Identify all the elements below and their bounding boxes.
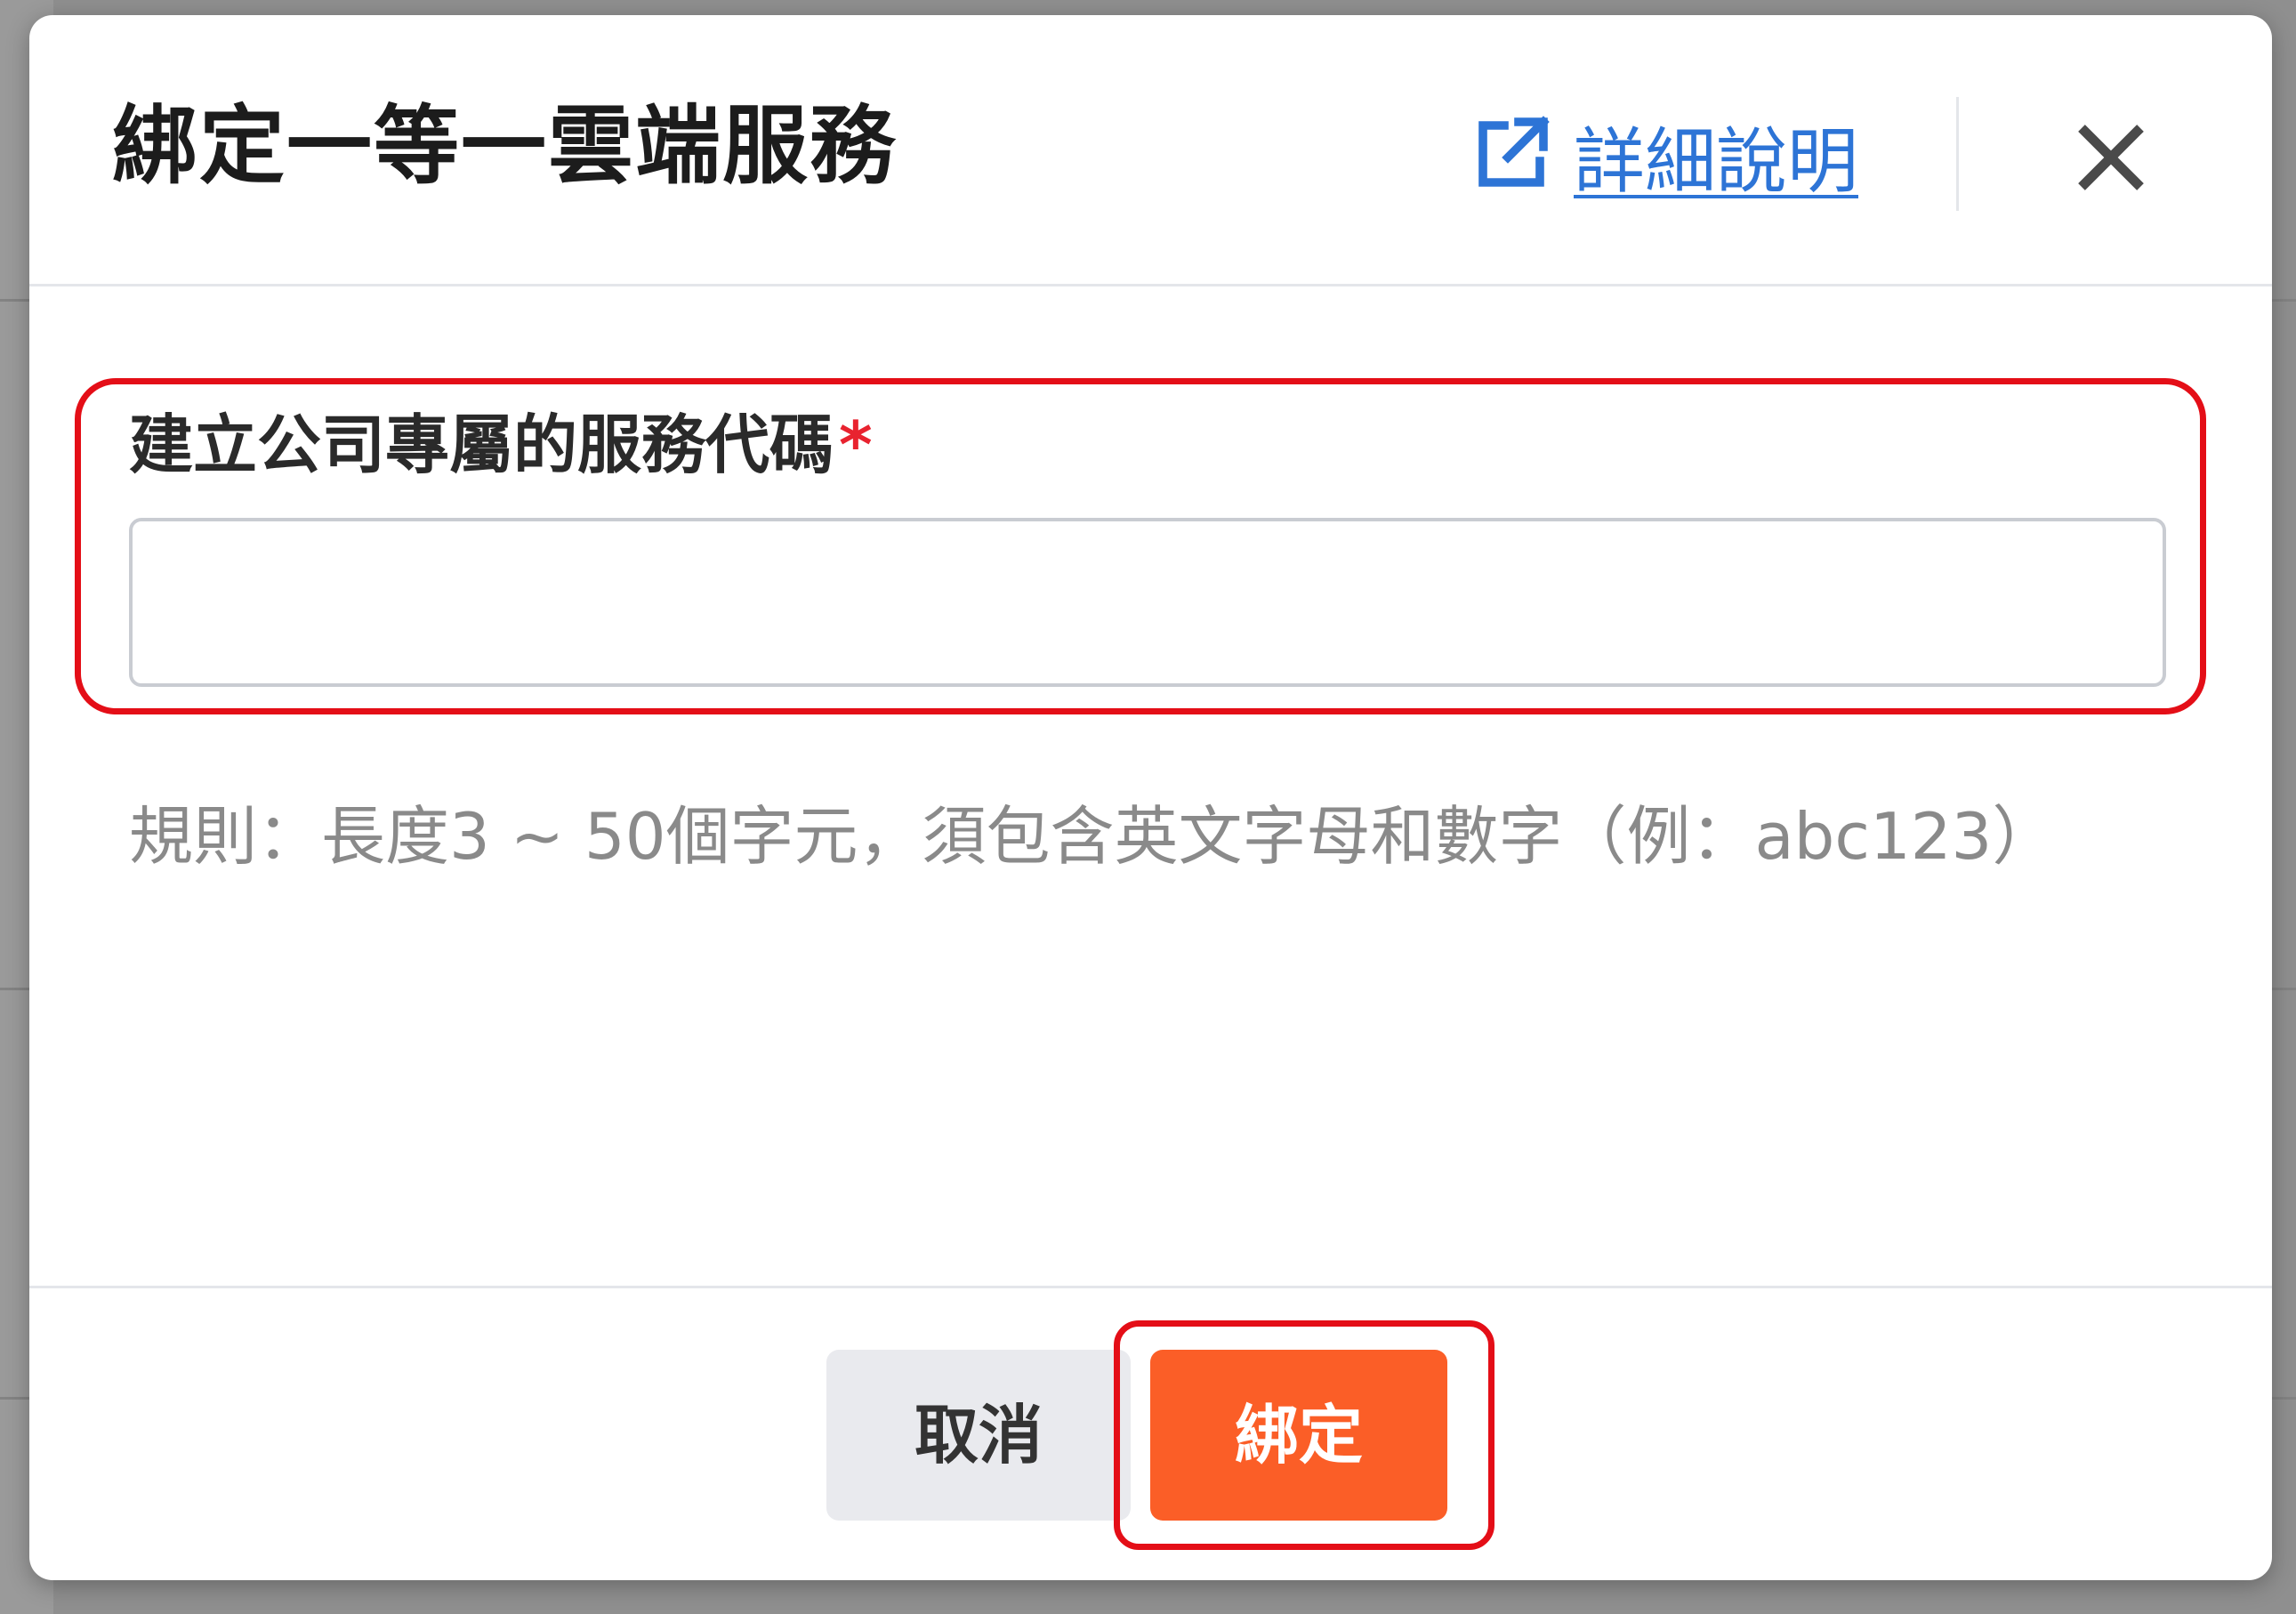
cancel-button[interactable]: 取消 — [826, 1350, 1131, 1521]
service-code-hint: 規則：長度3 ~ 50個字元，須包含英文字母和數字（例：abc123） — [129, 799, 2057, 874]
dialog-header: 綁定一等一雲端服務 詳細說明 — [29, 15, 2272, 286]
service-code-label: 建立公司專屬的服務代碼* — [129, 407, 873, 483]
dialog-footer: 取消 綁定 — [29, 1286, 2272, 1580]
service-code-label-text: 建立公司專屬的服務代碼 — [129, 408, 834, 482]
required-mark: * — [839, 408, 873, 482]
help-link[interactable]: 詳細說明 — [1469, 104, 1858, 207]
help-link-label: 詳細說明 — [1574, 120, 1858, 203]
header-divider — [1956, 97, 1959, 211]
bind-button[interactable]: 綁定 — [1150, 1350, 1447, 1521]
external-link-icon — [1469, 111, 1554, 200]
close-icon — [2066, 125, 2155, 206]
dialog-title: 綁定一等一雲端服務 — [112, 96, 897, 196]
bind-service-dialog: 綁定一等一雲端服務 詳細說明 建立公司專屬的服務代碼* 規則：長度3 ~ 50個… — [29, 15, 2272, 1580]
close-button[interactable] — [2066, 113, 2155, 202]
service-code-input[interactable] — [129, 518, 2166, 687]
